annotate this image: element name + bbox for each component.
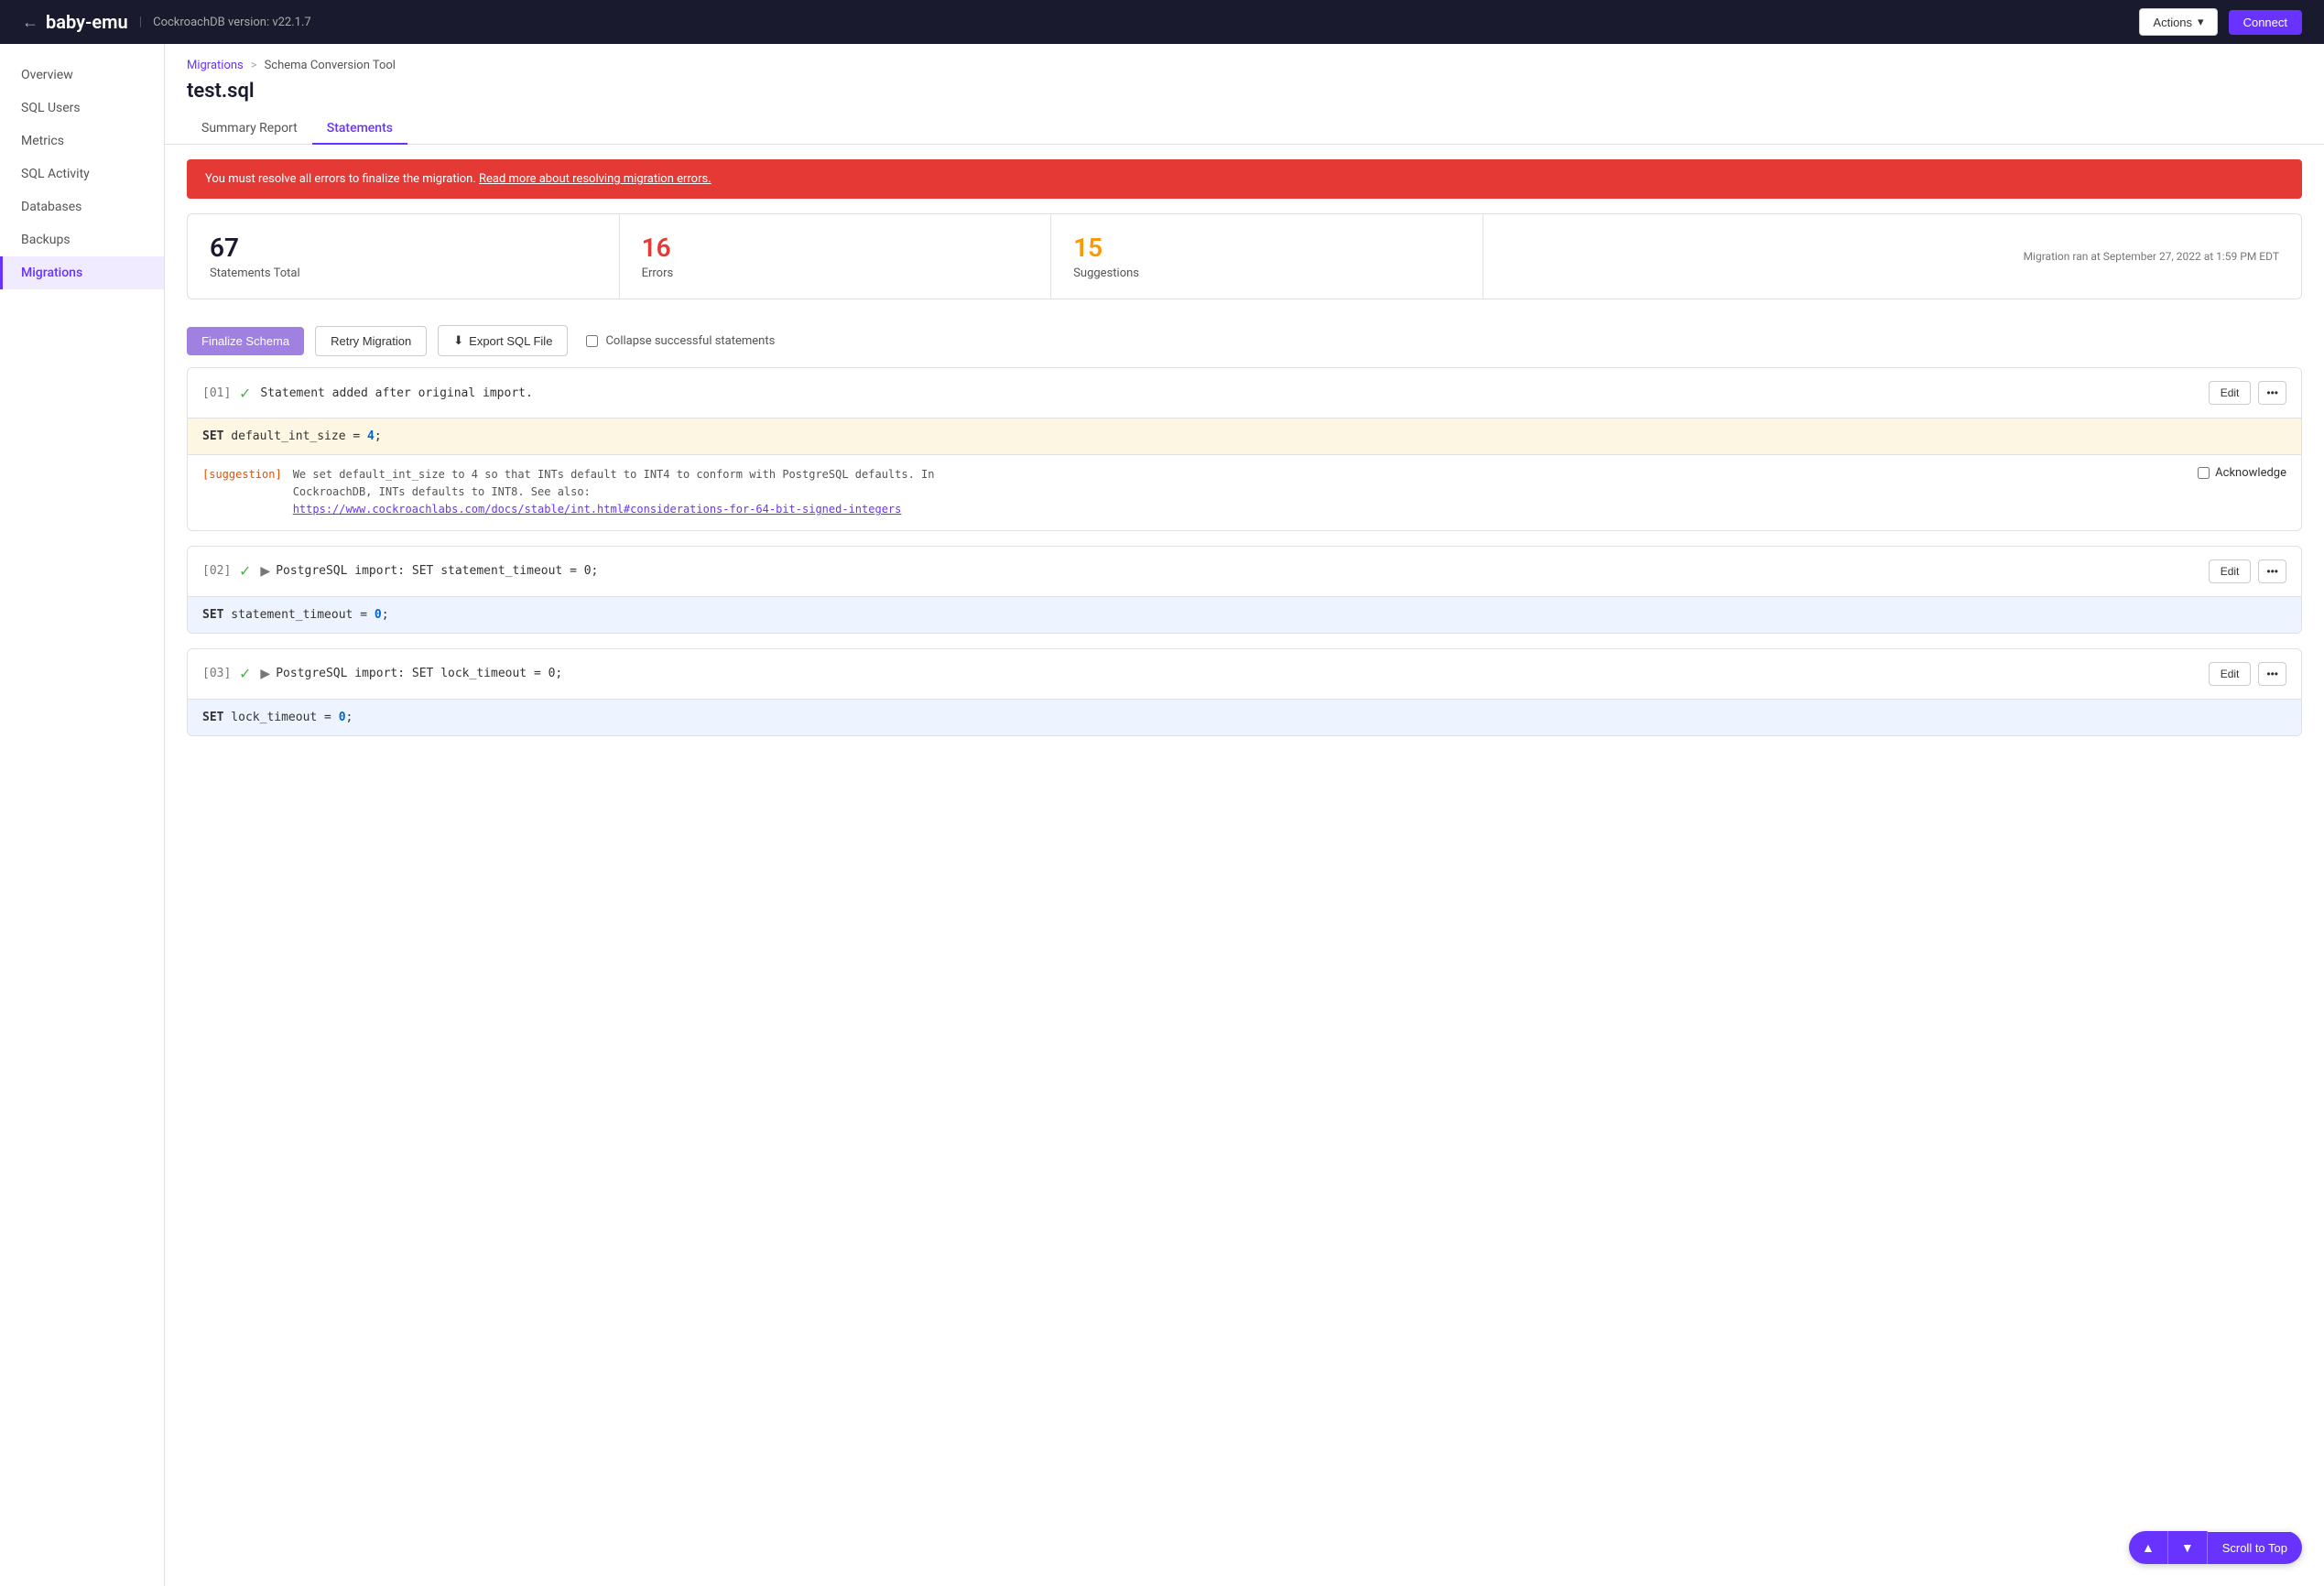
scroll-controls: ▲ ▼ Scroll to Top xyxy=(2129,1531,2302,1564)
stmt-code-01: SET default_int_size = 4; xyxy=(188,418,2301,454)
tab-statements[interactable]: Statements xyxy=(312,114,407,145)
back-button[interactable]: ← xyxy=(22,13,38,32)
stmt-expand-icon-02[interactable]: ▶ xyxy=(260,564,270,579)
breadcrumb-migrations-link[interactable]: Migrations xyxy=(187,59,244,72)
stmt-text-03: PostgreSQL import: SET lock_timeout = 0; xyxy=(276,667,2209,680)
stat-timestamp: Migration ran at September 27, 2022 at 1… xyxy=(2024,250,2279,263)
stat-errors-label: Errors xyxy=(642,266,1029,280)
scroll-down-button[interactable]: ▼ xyxy=(2167,1531,2208,1564)
stat-total-label: Statements Total xyxy=(210,266,597,280)
actions-button[interactable]: Actions ▾ xyxy=(2139,8,2217,36)
export-sql-button[interactable]: ⬇ Export SQL File xyxy=(438,325,568,356)
stmt-header-01: [01] ✓ Statement added after original im… xyxy=(188,368,2301,418)
stmt-num-02: [02] xyxy=(202,564,239,578)
stmt-check-01: ✓ xyxy=(239,385,251,402)
stmt-edit-button-03[interactable]: Edit xyxy=(2209,662,2252,686)
sidebar-item-databases[interactable]: Databases xyxy=(0,190,164,223)
sidebar-item-sql-activity[interactable]: SQL Activity xyxy=(0,158,164,190)
actions-label: Actions xyxy=(2153,16,2192,29)
stmt-num-03: [03] xyxy=(202,667,239,680)
scroll-up-button[interactable]: ▲ xyxy=(2129,1531,2167,1564)
sidebar-item-metrics[interactable]: Metrics xyxy=(0,125,164,158)
sidebar-item-overview[interactable]: Overview xyxy=(0,59,164,92)
stmt-text-02: PostgreSQL import: SET statement_timeout… xyxy=(276,564,2209,578)
collapse-checkbox-label[interactable]: Collapse successful statements xyxy=(586,334,775,348)
app-container: ← baby-emu | CockroachDB version: v22.1.… xyxy=(0,0,2324,1586)
suggest-text-01: We set default_int_size to 4 so that INT… xyxy=(293,466,2187,519)
stmt-header-03: [03] ✓ ▶ PostgreSQL import: SET lock_tim… xyxy=(188,649,2301,699)
stat-total-value: 67 xyxy=(210,233,597,263)
collapse-label-text: Collapse successful statements xyxy=(605,334,775,348)
breadcrumb: Migrations > Schema Conversion Tool xyxy=(165,44,2324,72)
stat-errors-value: 16 xyxy=(642,233,1029,263)
retry-migration-button[interactable]: Retry Migration xyxy=(315,326,427,356)
content-area: Migrations > Schema Conversion Tool test… xyxy=(165,44,2324,1586)
finalize-schema-button[interactable]: Finalize Schema xyxy=(187,327,304,355)
stmt-check-02: ✓ xyxy=(239,562,251,580)
stat-suggestions-value: 15 xyxy=(1073,233,1461,263)
tabs-bar: Summary Report Statements xyxy=(165,103,2324,145)
actions-chevron-icon: ▾ xyxy=(2198,15,2204,29)
stmt-actions-02: Edit ••• xyxy=(2209,559,2286,583)
collapse-checkbox[interactable] xyxy=(586,335,598,347)
acknowledge-checkbox-label-01[interactable]: Acknowledge xyxy=(2198,466,2286,480)
stmt-expand-icon-03[interactable]: ▶ xyxy=(260,667,270,681)
stmt-more-button-01[interactable]: ••• xyxy=(2258,381,2286,405)
page-title: test.sql xyxy=(165,72,2324,103)
statement-card-01: [01] ✓ Statement added after original im… xyxy=(187,367,2302,531)
sidebar-item-migrations[interactable]: Migrations xyxy=(0,256,164,289)
statement-card-02: [02] ✓ ▶ PostgreSQL import: SET statemen… xyxy=(187,546,2302,634)
alert-text: You must resolve all errors to finalize … xyxy=(205,172,479,186)
alert-banner: You must resolve all errors to finalize … xyxy=(187,159,2302,199)
topbar-divider: | xyxy=(139,15,142,29)
stats-row: 67 Statements Total 16 Errors 15 Suggest… xyxy=(187,213,2302,299)
sidebar-item-backups[interactable]: Backups xyxy=(0,223,164,256)
sidebar-item-sql-users[interactable]: SQL Users xyxy=(0,92,164,125)
stmt-more-button-02[interactable]: ••• xyxy=(2258,559,2286,583)
stmt-suggestion-01: [suggestion] We set default_int_size to … xyxy=(188,454,2301,530)
export-icon: ⬇ xyxy=(453,333,463,348)
suggest-tag-01: [suggestion] xyxy=(202,468,282,481)
breadcrumb-separator: > xyxy=(251,59,257,72)
stmt-num-01: [01] xyxy=(202,386,239,400)
statement-card-03: [03] ✓ ▶ PostgreSQL import: SET lock_tim… xyxy=(187,648,2302,736)
acknowledge-label-01: Acknowledge xyxy=(2215,466,2286,480)
topbar-actions: Actions ▾ Connect xyxy=(2139,8,2302,36)
tab-summary-report[interactable]: Summary Report xyxy=(187,114,312,145)
export-label: Export SQL File xyxy=(469,334,552,348)
stat-total: 67 Statements Total xyxy=(188,214,620,299)
topbar: ← baby-emu | CockroachDB version: v22.1.… xyxy=(0,0,2324,44)
main-layout: Overview SQL Users Metrics SQL Activity … xyxy=(0,44,2324,1586)
acknowledge-checkbox-01[interactable] xyxy=(2198,467,2210,479)
scroll-to-top-button[interactable]: Scroll to Top xyxy=(2208,1532,2302,1564)
connect-button[interactable]: Connect xyxy=(2229,10,2302,35)
stmt-check-03: ✓ xyxy=(239,665,251,682)
cluster-name: baby-emu xyxy=(46,11,128,33)
stat-timestamp-box: Migration ran at September 27, 2022 at 1… xyxy=(1483,214,2301,299)
stmt-code-03: SET lock_timeout = 0; xyxy=(188,699,2301,735)
stmt-edit-button-02[interactable]: Edit xyxy=(2209,559,2252,583)
stmt-header-02: [02] ✓ ▶ PostgreSQL import: SET statemen… xyxy=(188,547,2301,596)
stmt-actions-01: Edit ••• xyxy=(2209,381,2286,405)
stmt-code-02: SET statement_timeout = 0; xyxy=(188,596,2301,633)
stmt-text-01: Statement added after original import. xyxy=(260,386,2208,400)
suggest-link-01[interactable]: https://www.cockroachlabs.com/docs/stabl… xyxy=(293,503,902,516)
version-text: CockroachDB version: v22.1.7 xyxy=(153,16,311,29)
stat-suggestions-label: Suggestions xyxy=(1073,266,1461,280)
stmt-more-button-03[interactable]: ••• xyxy=(2258,662,2286,686)
stmt-edit-button-01[interactable]: Edit xyxy=(2209,381,2252,405)
toolbar: Finalize Schema Retry Migration ⬇ Export… xyxy=(165,314,2324,367)
stat-errors: 16 Errors xyxy=(620,214,1052,299)
sidebar: Overview SQL Users Metrics SQL Activity … xyxy=(0,44,165,1586)
breadcrumb-current: Schema Conversion Tool xyxy=(265,59,396,72)
stmt-actions-03: Edit ••• xyxy=(2209,662,2286,686)
alert-link[interactable]: Read more about resolving migration erro… xyxy=(479,172,711,186)
stat-suggestions: 15 Suggestions xyxy=(1051,214,1483,299)
